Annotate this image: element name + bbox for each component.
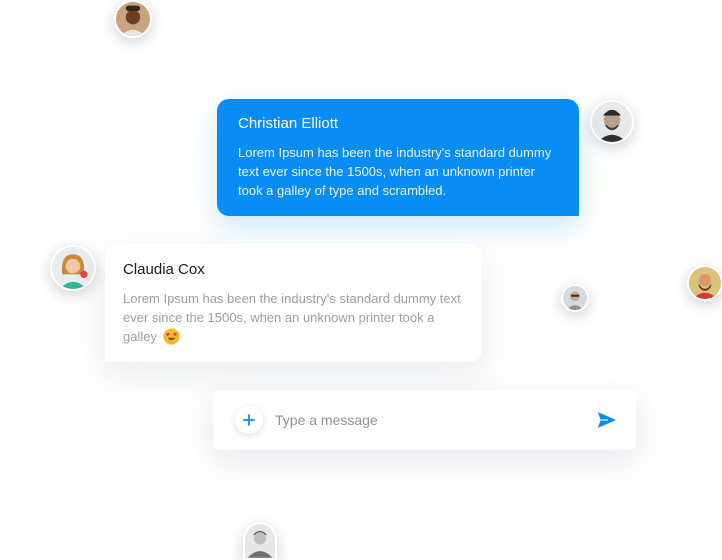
message-composer bbox=[213, 390, 636, 450]
avatar-far-right[interactable] bbox=[687, 265, 722, 301]
plus-icon bbox=[243, 414, 255, 426]
avatar-top-left[interactable] bbox=[114, 0, 152, 38]
message-text: Lorem Ipsum has been the industry's stan… bbox=[238, 145, 552, 198]
message-input[interactable] bbox=[275, 409, 575, 431]
message-author: Christian Elliott bbox=[238, 115, 339, 132]
send-icon bbox=[598, 412, 616, 428]
message-author: Claudia Cox bbox=[123, 261, 205, 278]
chat-showcase: Christian Elliott Lorem Ipsum has been t… bbox=[0, 0, 722, 560]
avatar-bottom[interactable] bbox=[243, 522, 277, 560]
avatar-small-right[interactable] bbox=[561, 284, 589, 312]
message-body: Lorem Ipsum has been the industry's stan… bbox=[123, 289, 462, 346]
message-bubble-received: Claudia Cox Lorem Ipsum has been the ind… bbox=[105, 244, 482, 362]
add-attachment-button[interactable] bbox=[235, 406, 263, 434]
heart-eyes-emoji bbox=[163, 328, 180, 345]
send-button[interactable] bbox=[597, 411, 617, 429]
message-bubble-sent: Christian Elliott Lorem Ipsum has been t… bbox=[217, 99, 579, 216]
avatar-christian-elliott[interactable] bbox=[590, 100, 634, 144]
avatar-claudia-cox[interactable] bbox=[50, 245, 96, 291]
